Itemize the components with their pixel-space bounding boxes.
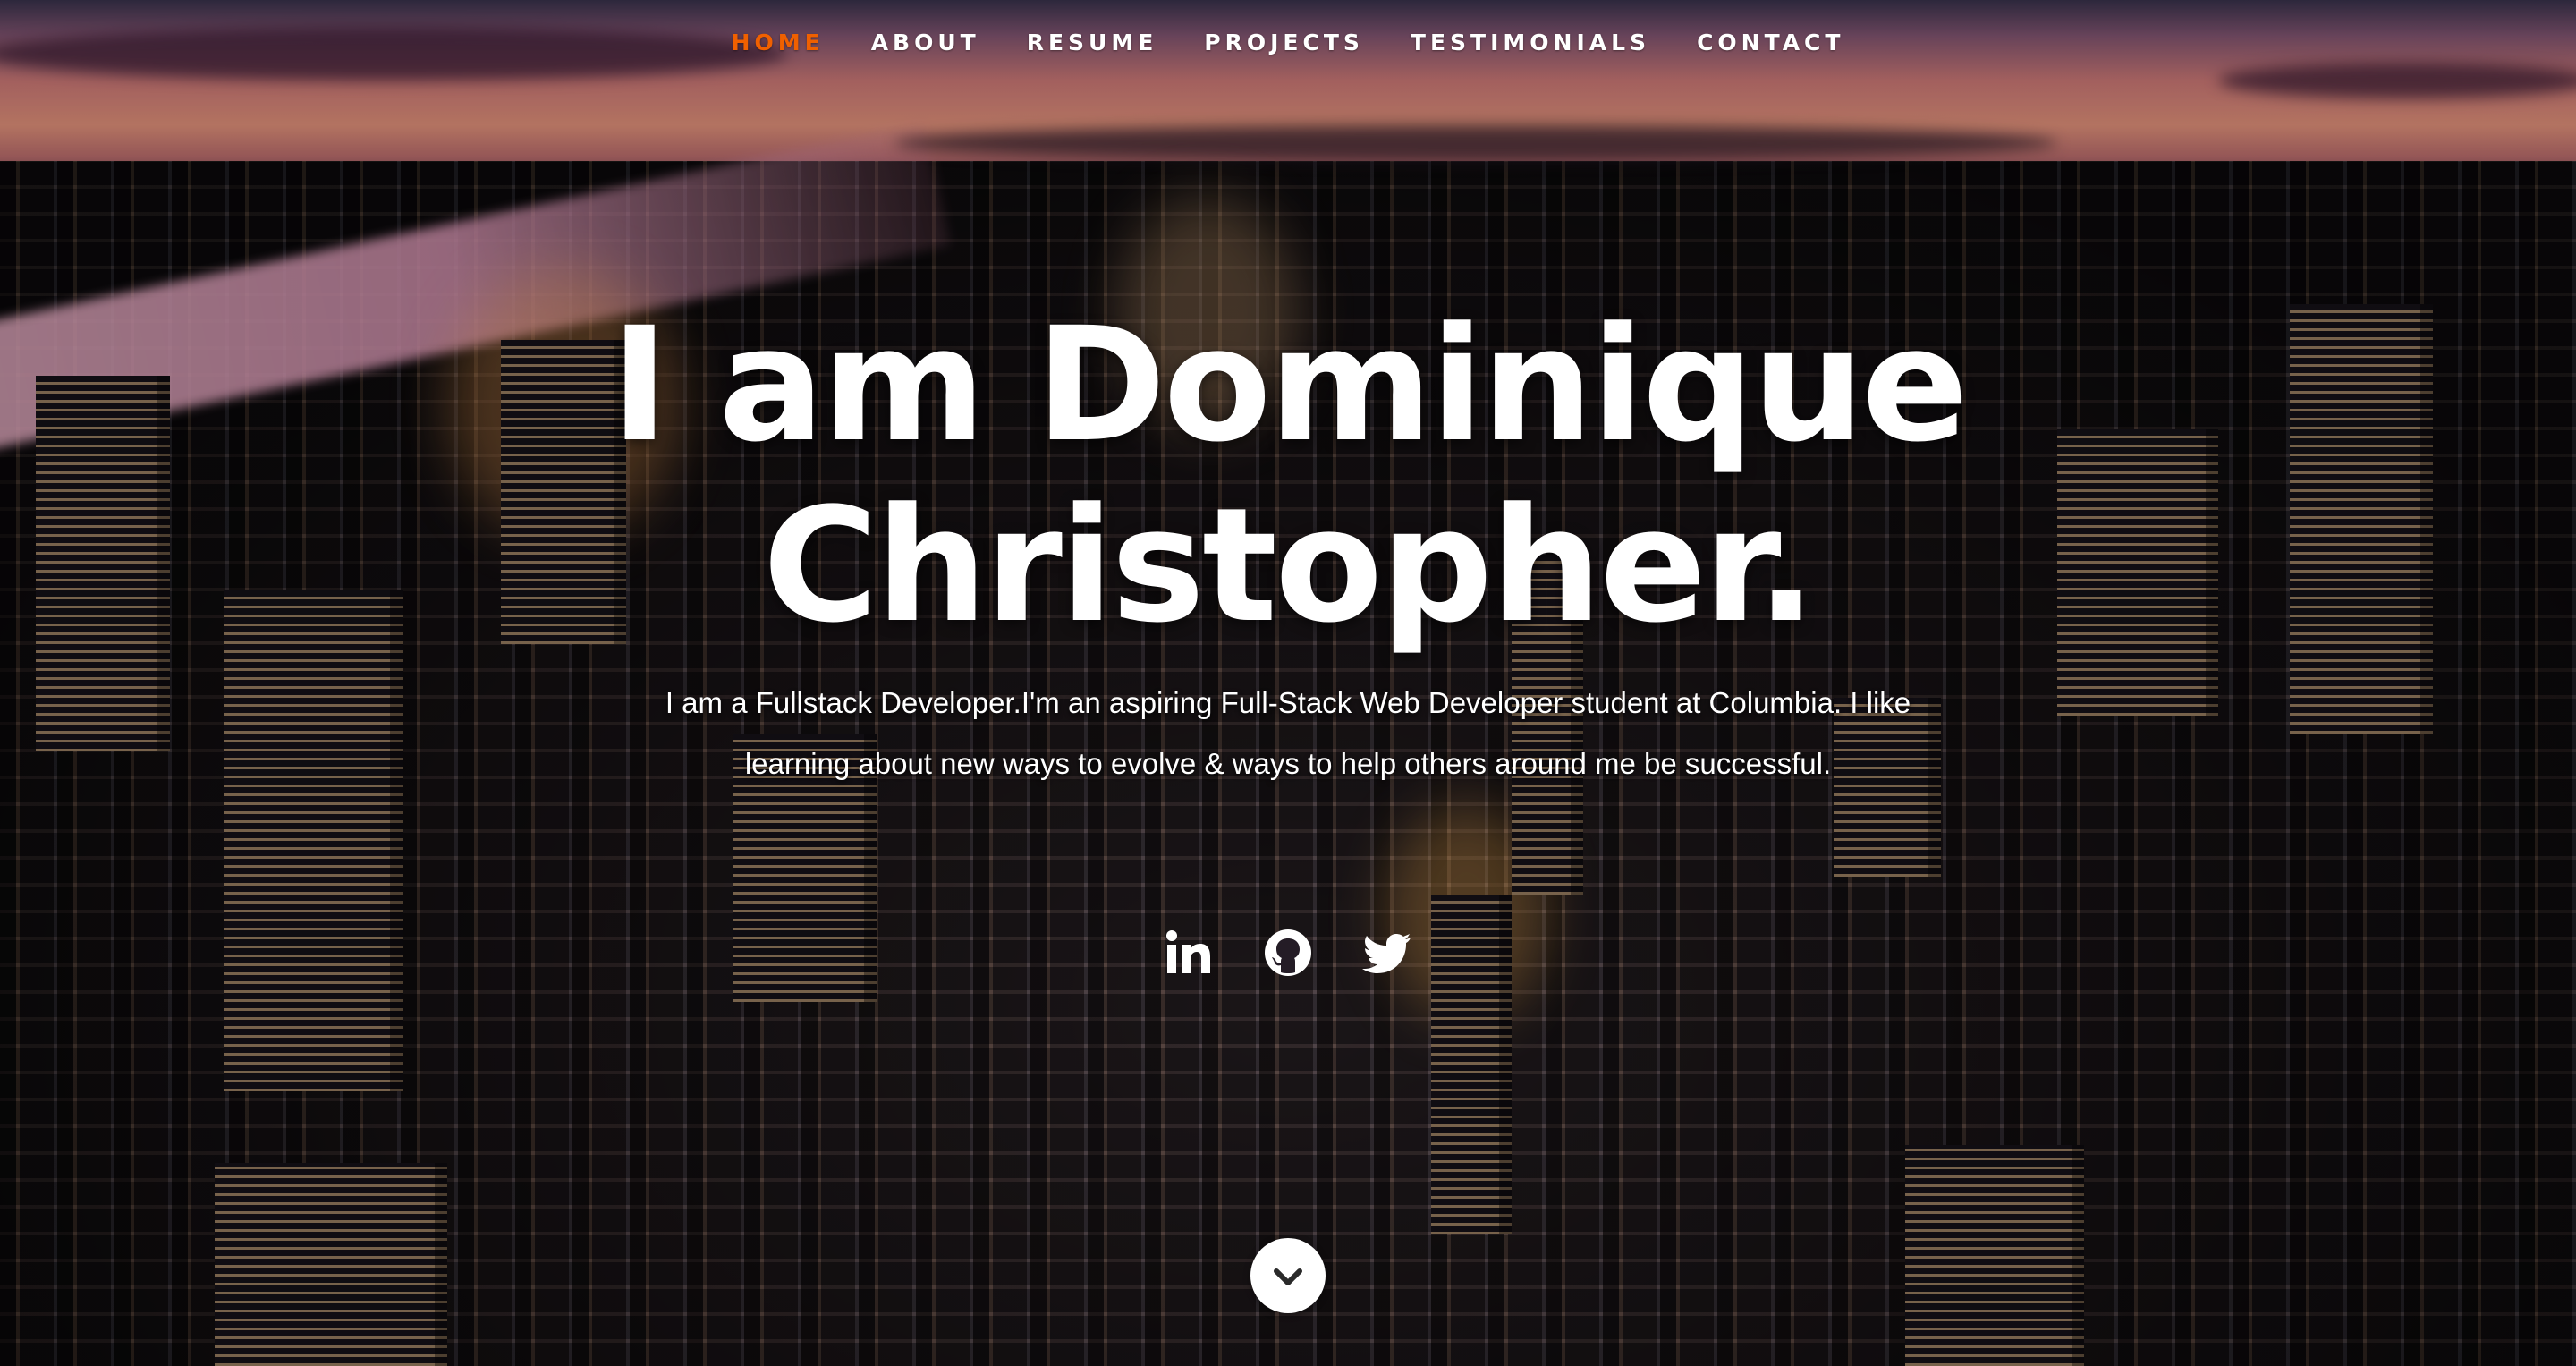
hero-heading: I am Dominique Christopher. <box>0 295 2576 657</box>
hero-description: I am a Fullstack Developer.I'm an aspiri… <box>665 686 1911 780</box>
nav-about[interactable]: ABOUT <box>848 27 1004 59</box>
scroll-down-button[interactable] <box>1250 1238 1326 1313</box>
nav-home[interactable]: HOME <box>708 27 848 59</box>
twitter-link[interactable] <box>1362 927 1414 979</box>
hero-heading-line2: Christopher. <box>762 474 1817 658</box>
hero-heading-line1: I am Dominique <box>610 293 1968 477</box>
nav-testimonials[interactable]: TESTIMONIALS <box>1387 27 1674 59</box>
nav-projects[interactable]: PROJECTS <box>1181 27 1387 59</box>
twitter-icon <box>1362 934 1411 973</box>
linkedin-icon <box>1166 930 1210 973</box>
chevron-down-icon <box>1274 1268 1302 1285</box>
github-link[interactable] <box>1262 927 1314 979</box>
nav-resume[interactable]: RESUME <box>1004 27 1182 59</box>
github-icon <box>1265 929 1311 976</box>
social-links <box>0 927 2576 979</box>
main-nav: HOME ABOUT RESUME PROJECTS TESTIMONIALS … <box>0 27 2576 59</box>
nav-contact[interactable]: CONTACT <box>1674 27 1868 59</box>
linkedin-link[interactable] <box>1162 927 1214 979</box>
